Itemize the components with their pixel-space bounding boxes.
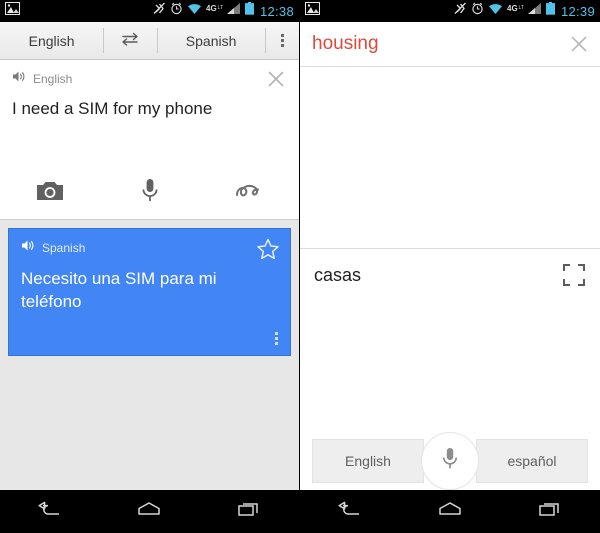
4g-lte-icon: 4GLTE (507, 2, 528, 20)
translation-language-tag: Spanish (42, 241, 86, 255)
left-navigation-bar (0, 490, 299, 533)
image-icon (305, 2, 320, 20)
back-button[interactable] (27, 497, 73, 527)
handwriting-input-button[interactable] (199, 175, 299, 211)
dual-screenshot-container: 4GLTE 12:38 English Spanish (0, 0, 600, 533)
battery-icon (244, 2, 254, 20)
recents-button[interactable] (226, 497, 272, 527)
translation-text: Necesito una SIM para mi teléfono (21, 269, 217, 311)
recents-icon (537, 500, 563, 523)
wifi-icon (187, 2, 202, 20)
back-button[interactable] (327, 497, 373, 527)
wifi-icon (488, 2, 503, 20)
status-notifications (5, 2, 20, 20)
microphone-icon (140, 178, 160, 209)
back-icon (37, 500, 63, 523)
result-panel: casas (300, 249, 600, 425)
home-icon (136, 500, 162, 523)
microphone-icon (441, 447, 459, 476)
overflow-menu-icon (280, 34, 284, 47)
svg-text:4G: 4G (507, 4, 518, 13)
input-methods-row (0, 175, 299, 211)
clear-query-button[interactable] (568, 33, 590, 55)
right-language-button[interactable]: español (476, 439, 588, 483)
speaker-icon[interactable] (21, 239, 35, 257)
vibrate-off-icon (454, 2, 467, 20)
favorite-star-button[interactable] (256, 237, 280, 266)
camera-input-button[interactable] (0, 175, 100, 211)
status-icons: 4GLTE 12:39 (454, 2, 595, 20)
swap-arrows-icon (120, 32, 140, 49)
target-language-label: Spanish (185, 32, 237, 49)
vibrate-off-icon (153, 2, 166, 20)
recents-button[interactable] (527, 497, 573, 527)
source-language-button[interactable]: English (0, 22, 103, 59)
left-status-bar: 4GLTE 12:38 (0, 0, 299, 22)
voice-bar-inner: English español (312, 432, 588, 490)
clear-input-button[interactable] (265, 68, 287, 90)
card-overflow-menu-button[interactable] (275, 332, 278, 345)
voice-input-bar: English español (300, 432, 600, 490)
overflow-menu-button[interactable] (265, 22, 299, 59)
query-text[interactable]: housing (312, 33, 379, 55)
svg-text:LTE: LTE (518, 5, 524, 11)
result-text[interactable]: casas (314, 265, 586, 286)
status-time: 12:39 (560, 3, 595, 19)
microphone-input-button[interactable] (100, 175, 200, 211)
voice-mic-button[interactable] (421, 432, 479, 490)
recents-icon (236, 500, 262, 523)
right-navigation-bar (300, 490, 600, 533)
alarm-icon (170, 2, 183, 20)
left-language-button[interactable]: English (312, 439, 424, 483)
source-text[interactable]: I need a SIM for my phone (12, 98, 287, 120)
status-notifications (305, 2, 320, 20)
right-phone-screen: 4GLTE 12:39 housing casas (300, 0, 600, 533)
home-icon (437, 500, 463, 523)
signal-bars-icon (527, 2, 542, 20)
battery-icon (545, 2, 555, 20)
query-header[interactable]: housing (300, 22, 600, 66)
4g-lte-icon: 4GLTE (206, 2, 227, 20)
image-icon (5, 2, 20, 20)
overflow-menu-icon (275, 332, 278, 335)
signal-bars-icon (226, 2, 241, 20)
source-language-label: English (28, 32, 75, 49)
home-button[interactable] (427, 497, 473, 527)
left-phone-screen: 4GLTE 12:38 English Spanish (0, 0, 300, 533)
camera-icon (36, 180, 64, 207)
query-spacer (300, 67, 600, 248)
back-icon (337, 500, 363, 523)
right-status-bar: 4GLTE 12:39 (300, 0, 600, 22)
home-button[interactable] (126, 497, 172, 527)
translation-language-row: Spanish (21, 239, 278, 257)
star-outline-icon (256, 237, 280, 266)
target-language-button[interactable]: Spanish (157, 22, 265, 59)
alarm-icon (471, 2, 484, 20)
translation-card[interactable]: Spanish Necesito una SIM para mi teléfon… (8, 228, 291, 356)
handwriting-icon (234, 180, 264, 207)
status-time: 12:38 (259, 3, 294, 19)
results-area: Spanish Necesito una SIM para mi teléfon… (0, 219, 299, 490)
fullscreen-icon (562, 263, 586, 292)
status-icons: 4GLTE 12:38 (153, 2, 294, 20)
source-language-tag: English (33, 72, 73, 86)
svg-text:LTE: LTE (217, 5, 223, 11)
source-input-card[interactable]: English I need a SIM for my phone (0, 60, 299, 219)
language-bar: English Spanish (0, 22, 299, 60)
fullscreen-button[interactable] (562, 263, 586, 292)
svg-text:4G: 4G (206, 4, 217, 13)
source-language-row: English (12, 70, 287, 88)
swap-languages-button[interactable] (103, 22, 157, 59)
speaker-icon[interactable] (12, 70, 26, 88)
